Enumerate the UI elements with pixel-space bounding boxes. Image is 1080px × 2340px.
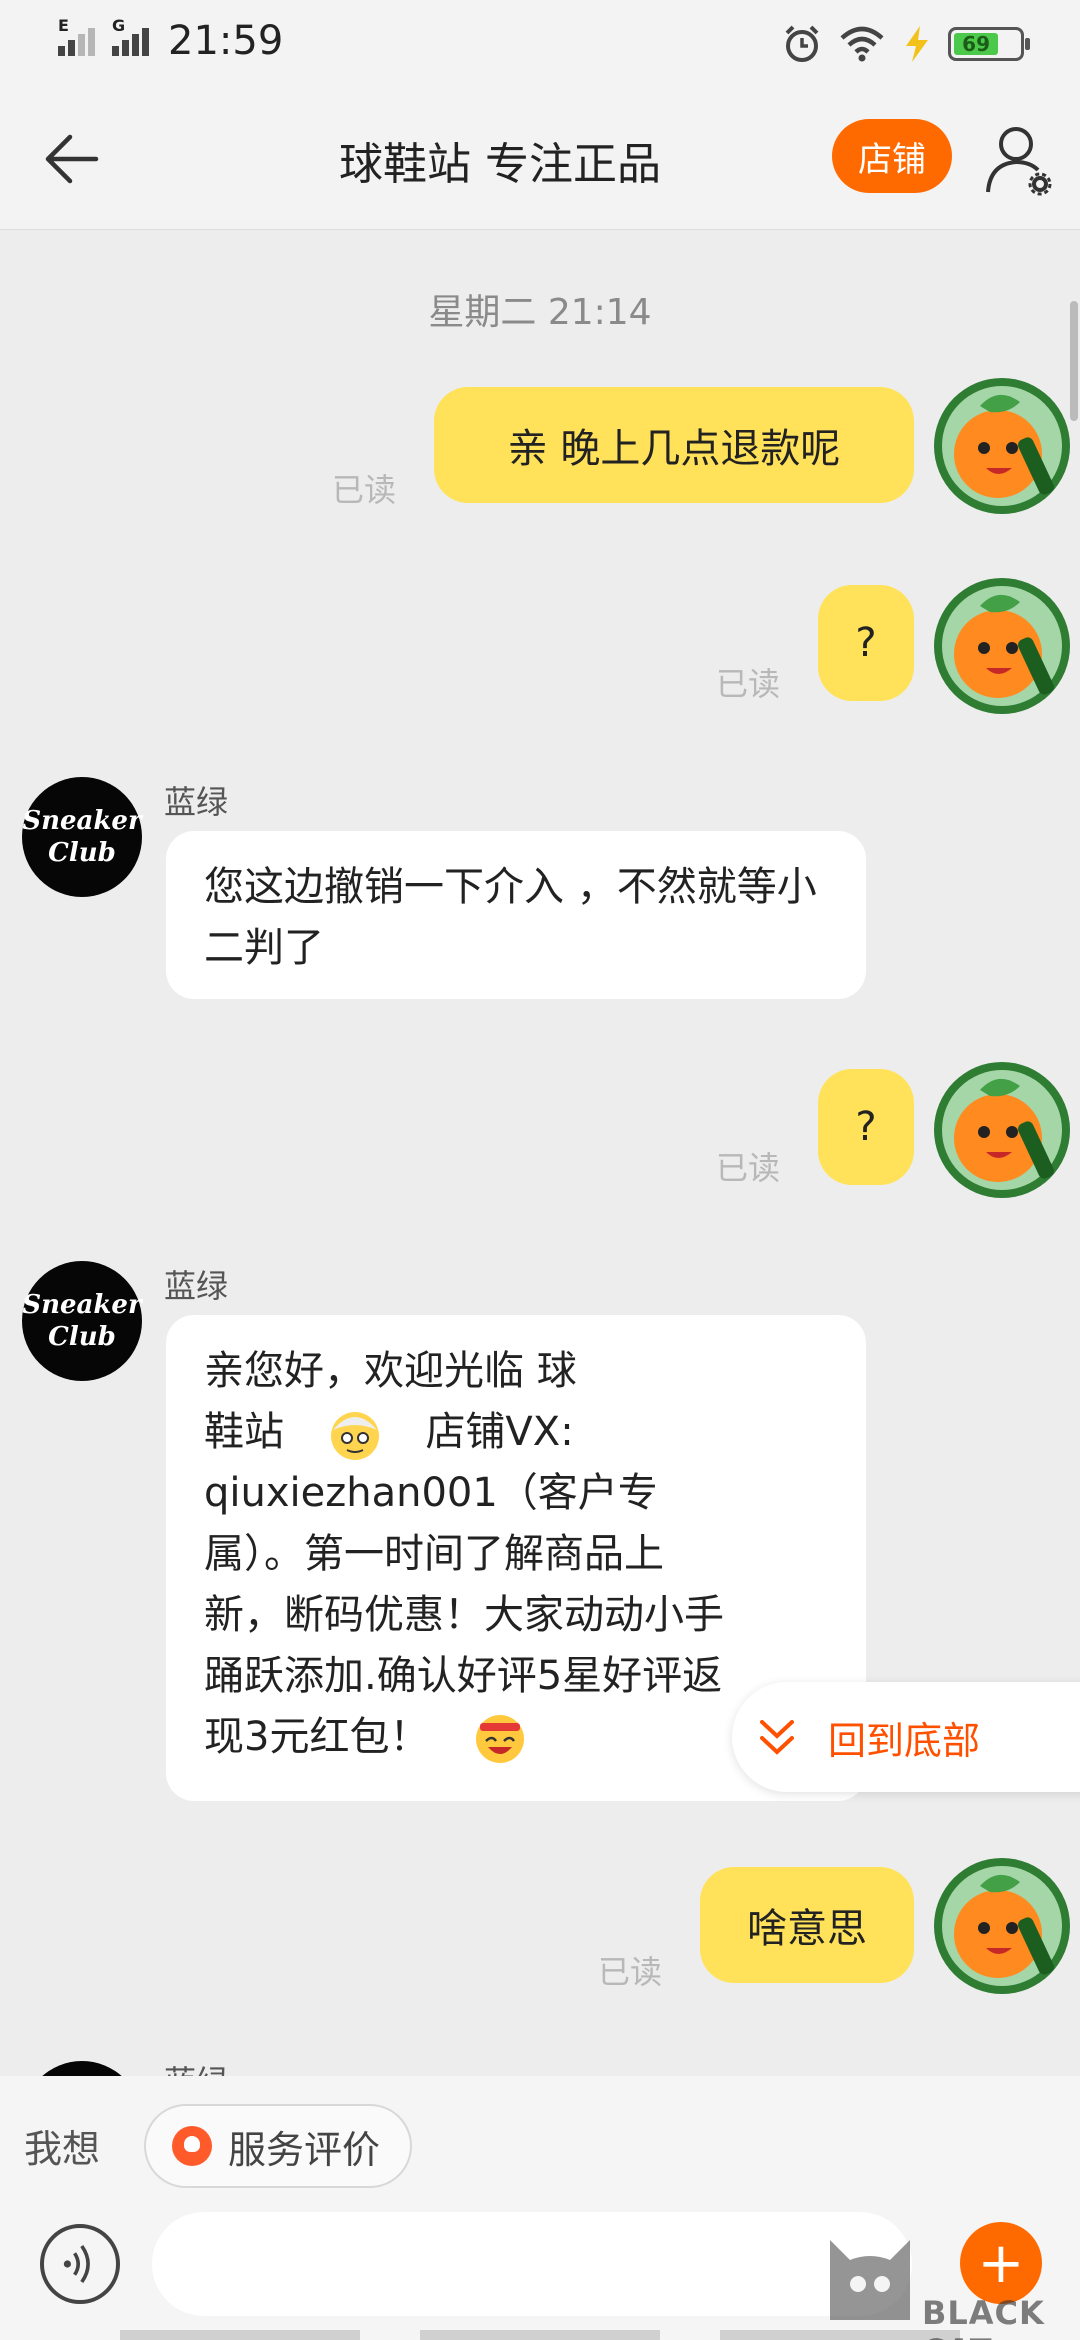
nav-hint bbox=[420, 2330, 660, 2340]
seller-avatar[interactable]: Sneaker Club bbox=[22, 1261, 142, 1381]
signal-2-icon: G bbox=[110, 16, 158, 60]
service-review-icon bbox=[172, 2126, 212, 2166]
seller-avatar[interactable]: Sneaker Club bbox=[22, 777, 142, 897]
my-message-bubble[interactable]: ? bbox=[818, 585, 914, 701]
quick-reply-label: 我想 bbox=[24, 2127, 101, 2171]
status-time: 21:59 bbox=[168, 18, 284, 64]
chat-area[interactable]: 星期二 21:14 已读 亲 晚上几点退款呢 已读 ? Sneaker Club… bbox=[0, 231, 1080, 2076]
message-line: qiuxiezhan001（客户专 bbox=[204, 1470, 658, 1516]
profile-settings-icon[interactable] bbox=[984, 120, 1054, 196]
charging-icon bbox=[906, 26, 928, 62]
read-status: 已读 bbox=[332, 471, 397, 509]
message-line: 新，断码优惠！大家动动小手 bbox=[204, 1592, 724, 1638]
service-review-label: 服务评价 bbox=[228, 2127, 381, 2172]
black-cat-logo-icon bbox=[830, 2240, 910, 2320]
back-to-bottom-label: 回到底部 bbox=[828, 1718, 981, 1763]
sender-name: 蓝绿 bbox=[164, 2057, 228, 2076]
my-message-bubble[interactable]: 啥意思 bbox=[700, 1867, 914, 1983]
my-avatar[interactable] bbox=[932, 576, 1072, 716]
seller-avatar-text: Sneaker bbox=[22, 806, 142, 836]
sender-name: 蓝绿 bbox=[164, 783, 229, 821]
watermark: BLACK CAT bbox=[810, 2210, 1080, 2340]
sim-1-label: E bbox=[58, 16, 69, 35]
message-text: 现3元红包！ bbox=[204, 1714, 430, 1760]
shop-button[interactable]: 店铺 bbox=[832, 119, 952, 193]
sender-name: 蓝绿 bbox=[164, 1267, 229, 1305]
message-input[interactable] bbox=[152, 2212, 912, 2316]
my-avatar[interactable] bbox=[932, 1856, 1072, 1996]
alarm-icon bbox=[785, 25, 819, 62]
my-message-bubble[interactable]: 亲 晚上几点退款呢 bbox=[434, 387, 914, 503]
back-to-bottom-button[interactable]: 回到底部 bbox=[732, 1682, 1080, 1792]
chat-header: 球鞋站 专注正品 店铺 bbox=[0, 86, 1080, 230]
message-text: 店铺VX: bbox=[425, 1409, 574, 1455]
message-line: 亲您好，欢迎光临 球 bbox=[204, 1348, 577, 1394]
signal-1-icon: E bbox=[56, 16, 104, 60]
seller-avatar-text: Club bbox=[48, 1322, 116, 1352]
seller-avatar[interactable] bbox=[22, 2061, 142, 2076]
battery-icon: 69 bbox=[948, 27, 1030, 61]
my-message-bubble[interactable]: ? bbox=[818, 1069, 914, 1185]
wifi-icon bbox=[840, 26, 884, 62]
watermark-brand: BLACK CAT bbox=[922, 2294, 1045, 2340]
seller-avatar-text: Sneaker bbox=[22, 1290, 142, 1320]
service-review-chip[interactable]: 服务评价 bbox=[144, 2104, 413, 2188]
sim-2-label: G bbox=[112, 16, 126, 35]
read-status: 已读 bbox=[598, 1953, 663, 1991]
voice-icon[interactable] bbox=[40, 2224, 120, 2304]
battery-level: 69 bbox=[954, 32, 999, 56]
message-timestamp: 星期二 21:14 bbox=[428, 292, 652, 333]
message-line: 踊跃添加.确认好评5星好评返 bbox=[204, 1653, 723, 1699]
read-status: 已读 bbox=[716, 665, 781, 703]
status-bar: E G 21:59 69 bbox=[0, 0, 1080, 86]
old-man-emoji-icon bbox=[330, 1412, 379, 1460]
their-message-bubble[interactable]: 您这边撤销一下介入 ，不然就等小二判了 bbox=[166, 831, 866, 999]
my-avatar[interactable] bbox=[932, 1060, 1072, 1200]
nav-hint bbox=[120, 2330, 360, 2340]
double-chevron-down-icon bbox=[760, 1720, 794, 1755]
message-line: 鞋站 店铺VX: bbox=[204, 1402, 828, 1463]
my-avatar[interactable] bbox=[932, 376, 1072, 516]
grinning-emoji-icon bbox=[476, 1715, 525, 1763]
read-status: 已读 bbox=[716, 1149, 781, 1187]
seller-avatar-text: Club bbox=[48, 838, 116, 868]
message-text: 鞋站 bbox=[204, 1409, 284, 1455]
message-line: 属）。第一时间了解商品上 bbox=[204, 1531, 664, 1577]
